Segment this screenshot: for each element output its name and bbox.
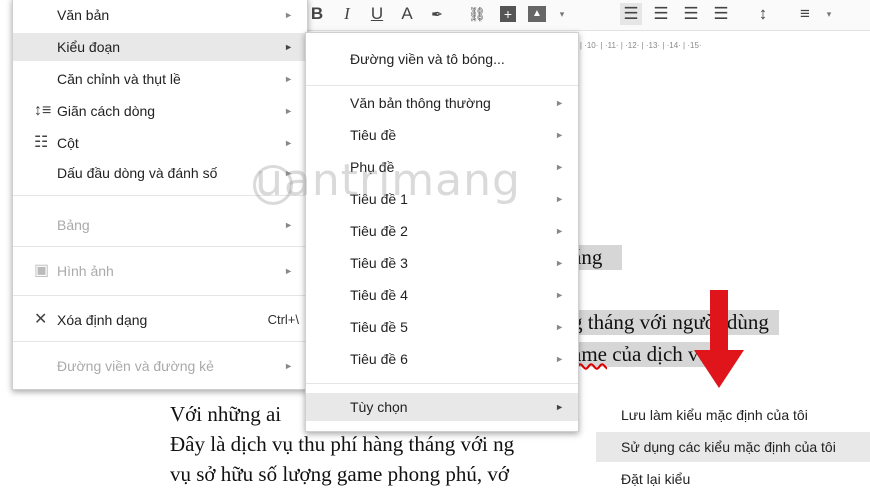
doc-line: g tháng với người dùng xyxy=(572,310,779,335)
shortcut-label: Ctrl+\ xyxy=(267,312,299,327)
align-right-icon[interactable]: ☰ xyxy=(680,3,702,25)
menu-item-heading-2[interactable]: Tiêu đề 2 ► xyxy=(306,217,578,245)
chevron-down-icon[interactable]: ▾ xyxy=(818,3,840,25)
menu-item-borders-shading[interactable]: Đường viền và tô bóng... xyxy=(306,45,578,73)
chevron-right-icon: ► xyxy=(555,226,564,236)
chevron-right-icon: ► xyxy=(555,290,564,300)
menu-divider xyxy=(306,383,578,384)
text-color-button[interactable]: A xyxy=(396,3,418,25)
paragraph-styles-menu: Đường viền và tô bóng... Văn bản thông t… xyxy=(305,32,579,432)
chevron-right-icon: ► xyxy=(555,354,564,364)
menu-item-label: Tiêu đề xyxy=(350,127,397,143)
format-toolbar: B I U A ✒ ⛓ + ▲ ▾ ☰ ☰ ☰ ☰ ↕ ≡ ▾ xyxy=(300,0,870,31)
arrow-down-icon xyxy=(694,350,744,388)
menu-item-heading-4[interactable]: Tiêu đề 4 ► xyxy=(306,281,578,309)
menu-item-label: Bảng xyxy=(57,217,90,233)
chevron-right-icon: ► xyxy=(555,98,564,108)
chevron-right-icon: ► xyxy=(284,106,293,116)
chevron-right-icon: ► xyxy=(284,74,293,84)
menu-item-label: Văn bản thông thường xyxy=(350,95,491,111)
menu-item-line-spacing[interactable]: ↕≡ Giãn cách dòng ► xyxy=(13,97,307,125)
menu-item-paragraph-styles[interactable]: Kiểu đoạn ► xyxy=(13,33,307,61)
align-left-icon[interactable]: ☰ xyxy=(620,3,642,25)
chevron-down-icon[interactable]: ▾ xyxy=(551,3,573,25)
chevron-right-icon: ► xyxy=(284,138,293,148)
menu-item-label: Văn bản xyxy=(57,7,110,23)
menu-item-label: Căn chỉnh và thụt lề xyxy=(57,71,181,87)
chevron-right-icon: ► xyxy=(284,266,293,276)
menu-item-use-default-styles[interactable]: Sử dụng các kiểu mặc định của tôi xyxy=(596,432,870,462)
menu-item-label: Đường viền và tô bóng... xyxy=(350,51,505,67)
menu-divider xyxy=(13,246,307,247)
chevron-right-icon: ► xyxy=(284,220,293,230)
menu-item-label: Tiêu đề 4 xyxy=(350,287,408,303)
underline-button[interactable]: U xyxy=(366,3,388,25)
doc-line: áng xyxy=(572,245,623,270)
menu-item-label: Xóa định dạng xyxy=(57,312,148,328)
menu-item-label: Tiêu đề 3 xyxy=(350,255,408,271)
highlight-icon[interactable]: ✒ xyxy=(426,3,448,25)
chevron-right-icon: ► xyxy=(284,42,293,52)
image-icon[interactable]: ▲ xyxy=(528,6,546,22)
menu-item-label: Dấu đầu dòng và đánh số xyxy=(57,165,218,181)
menu-item-normal-text[interactable]: Văn bản thông thường ► xyxy=(306,89,578,117)
menu-item-title[interactable]: Tiêu đề ► xyxy=(306,121,578,149)
chevron-right-icon: ► xyxy=(555,130,564,140)
menu-item-label: Kiểu đoạn xyxy=(57,39,121,55)
menu-item-heading-6[interactable]: Tiêu đề 6 ► xyxy=(306,345,578,373)
menu-item-text[interactable]: Văn bản ► xyxy=(13,1,307,29)
menu-item-save-default-styles[interactable]: Lưu làm kiểu mặc định của tôi xyxy=(596,400,870,430)
menu-item-label: Tiêu đề 5 xyxy=(350,319,408,335)
line-spacing-icon[interactable]: ↕ xyxy=(752,3,774,25)
chevron-right-icon: ► xyxy=(555,162,564,172)
menu-item-label: Tiêu đề 2 xyxy=(350,223,408,239)
arrow-shaft-icon xyxy=(710,290,728,352)
chevron-right-icon: ► xyxy=(555,258,564,268)
menu-item-heading-3[interactable]: Tiêu đề 3 ► xyxy=(306,249,578,277)
menu-item-columns[interactable]: ☷ Cột ► xyxy=(13,129,307,157)
bold-button[interactable]: B xyxy=(306,3,328,25)
menu-item-image: ▣ Hình ảnh ► xyxy=(13,257,307,285)
columns-icon: ☷ xyxy=(34,134,49,151)
menu-item-label: Giãn cách dòng xyxy=(57,103,156,119)
menu-item-options[interactable]: Tùy chọn ► xyxy=(306,393,578,421)
options-menu: Lưu làm kiểu mặc định của tôi Sử dụng cá… xyxy=(596,396,870,487)
menu-item-borders-lines: Đường viền và đường kẻ ► xyxy=(13,352,307,380)
menu-item-heading-5[interactable]: Tiêu đề 5 ► xyxy=(306,313,578,341)
doc-line: ame của dịch vụ. xyxy=(572,342,715,367)
chevron-right-icon: ► xyxy=(555,322,564,332)
menu-item-label: Đường viền và đường kẻ xyxy=(57,358,214,374)
italic-button[interactable]: I xyxy=(336,3,358,25)
doc-line: Đây là dịch vụ thu phí hàng tháng với ng xyxy=(170,432,515,456)
doc-line: Với những ai xyxy=(170,402,282,426)
menu-item-label: Tiêu đề 6 xyxy=(350,351,408,367)
menu-item-clear-formatting[interactable]: ✕ Xóa định dạng Ctrl+\ xyxy=(13,306,307,334)
menu-item-align-indent[interactable]: Căn chỉnh và thụt lề ► xyxy=(13,65,307,93)
line-spacing-icon: ↕≡ xyxy=(34,102,52,119)
doc-line: vụ sở hữu số lượng game phong phú, vớ xyxy=(170,462,509,486)
image-icon: ▣ xyxy=(34,262,50,279)
menu-item-reset-styles[interactable]: Đặt lại kiểu xyxy=(596,464,870,494)
watermark: uantrimang xyxy=(255,155,521,206)
comment-icon[interactable]: + xyxy=(500,6,516,22)
menu-item-table: Bảng ► xyxy=(13,211,307,239)
align-center-icon[interactable]: ☰ xyxy=(650,3,672,25)
chevron-right-icon: ► xyxy=(284,361,293,371)
menu-item-label: Tùy chọn xyxy=(350,399,408,415)
chevron-right-icon: ► xyxy=(555,402,564,412)
menu-divider xyxy=(13,341,307,342)
numbered-list-icon[interactable]: ≡ xyxy=(794,3,816,25)
link-icon[interactable]: ⛓ xyxy=(466,3,488,25)
chevron-right-icon: ► xyxy=(555,194,564,204)
clear-format-icon: ✕ xyxy=(34,311,48,328)
chevron-right-icon: ► xyxy=(284,10,293,20)
menu-item-label: Cột xyxy=(57,135,79,151)
justify-icon[interactable]: ☰ xyxy=(710,3,732,25)
menu-divider xyxy=(13,295,307,296)
menu-item-label: Hình ảnh xyxy=(57,263,114,279)
menu-divider xyxy=(306,85,578,86)
